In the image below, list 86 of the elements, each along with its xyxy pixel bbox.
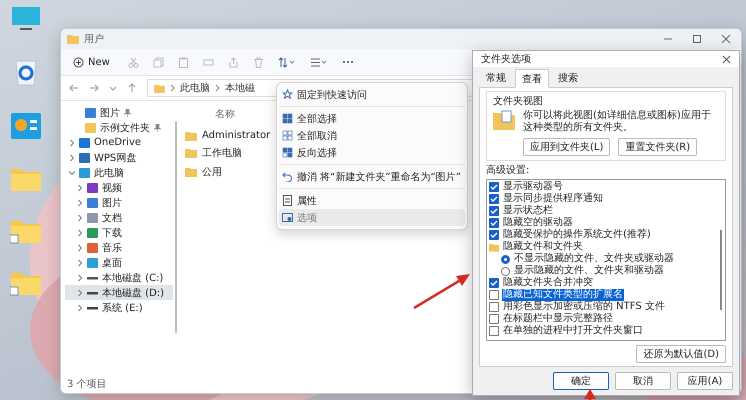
nav-item[interactable]: 桌面 <box>65 255 173 270</box>
checkbox[interactable] <box>489 230 499 240</box>
setting-label[interactable]: 显示驱动器号 <box>502 181 564 193</box>
dialog-button[interactable]: 重置文件夹(R) <box>618 138 698 156</box>
radio-button[interactable] <box>501 266 510 276</box>
setting-label[interactable]: 隐藏受保护的操作系统文件(推荐) <box>502 229 652 241</box>
back-arrow-icon[interactable] <box>69 83 79 93</box>
nav-item[interactable]: 图片 <box>65 195 173 210</box>
sort-icon[interactable] <box>278 56 296 68</box>
setting-label[interactable]: 不显示隐藏的文件、文件夹或驱动器 <box>513 253 675 265</box>
nav-item[interactable]: 本地磁盘 (D:) <box>65 285 173 300</box>
window-title: 用户 <box>84 32 104 46</box>
nav-item[interactable]: 下载 <box>65 225 173 240</box>
menu-item[interactable]: 全部选择 <box>279 110 465 127</box>
checkbox[interactable] <box>489 302 499 312</box>
nav-item[interactable]: 本地磁盘 (C:) <box>65 270 173 285</box>
checkbox[interactable] <box>489 182 499 192</box>
menu-item[interactable]: 属性 <box>279 192 465 209</box>
file-name[interactable]: 公用 <box>202 165 222 179</box>
checkbox[interactable] <box>489 278 499 288</box>
nav-item[interactable]: 系统 (E:) <box>65 300 173 315</box>
nav-item[interactable]: 音乐 <box>65 240 173 255</box>
nav-item[interactable]: 图片 <box>65 105 173 120</box>
dialog-button[interactable]: 确定 <box>553 372 609 390</box>
file-name[interactable]: 工作电脑 <box>202 146 242 160</box>
grid-icon <box>282 147 293 158</box>
close-icon[interactable] <box>721 34 731 44</box>
setting-label[interactable]: 显示状态栏 <box>502 205 554 217</box>
checkbox[interactable] <box>489 218 499 228</box>
setting-label[interactable]: 在单独的进程中打开文件夹窗口 <box>502 325 644 337</box>
setting-label[interactable]: 隐藏已知文件类型的扩展名 <box>502 289 624 301</box>
options-icon <box>282 212 293 223</box>
checkbox[interactable] <box>489 314 499 324</box>
setting-label[interactable]: 显示隐藏的文件、文件夹和驱动器 <box>513 265 665 277</box>
checkbox[interactable] <box>489 290 499 300</box>
forward-arrow-icon[interactable] <box>89 83 99 93</box>
dialog-button[interactable]: 应用(A) <box>677 372 733 390</box>
folder-shortcut-icon[interactable] <box>10 218 42 244</box>
grid-icon <box>282 130 293 141</box>
maximize-icon[interactable] <box>692 34 702 44</box>
radio-button[interactable] <box>501 254 510 264</box>
properties-icon <box>282 195 293 206</box>
setting-label[interactable]: 用彩色显示加密或压缩的 NTFS 文件 <box>502 301 666 313</box>
folder-shortcut-icon[interactable] <box>10 270 42 296</box>
dialog-button[interactable]: 取消 <box>615 372 671 390</box>
more-icon[interactable] <box>342 60 354 64</box>
description-text: 你可以将此视图(如详细信息或图标)应用于这种类型的所有文件夹。 <box>523 110 712 134</box>
chart-app-icon[interactable] <box>10 112 42 140</box>
setting-label[interactable]: 隐藏文件和文件夹 <box>502 241 584 253</box>
menu-item[interactable]: 反向选择 <box>279 144 465 161</box>
new-button[interactable]: New <box>69 54 114 70</box>
menu-item[interactable]: 固定到快速访问 <box>279 86 465 103</box>
star-icon <box>282 89 293 100</box>
setting-label[interactable]: 隐藏空的驱动器 <box>502 217 574 229</box>
nav-item[interactable]: 示例文件夹 <box>65 120 173 135</box>
menu-item[interactable]: 全部取消 <box>279 127 465 144</box>
tab[interactable]: 常规 <box>479 69 513 87</box>
menu-item[interactable]: 选项 <box>279 209 465 226</box>
dialog-button[interactable]: 应用到文件夹(L) <box>523 138 610 156</box>
setting-label[interactable]: 显示同步提供程序通知 <box>502 193 604 205</box>
undo-icon <box>282 171 293 182</box>
plus-icon <box>73 56 84 68</box>
checkbox[interactable] <box>489 326 499 336</box>
up-arrow-icon[interactable] <box>127 83 137 93</box>
recycle-bin-icon[interactable] <box>14 58 38 86</box>
nav-item[interactable]: OneDrive <box>65 135 173 150</box>
tab[interactable]: 查看 <box>515 69 549 88</box>
dialog-title: 文件夹选项 <box>481 52 531 66</box>
setting-label[interactable]: 隐藏文件夹合并冲突 <box>502 277 594 289</box>
grid-icon <box>282 113 293 124</box>
section-label: 高级设置: <box>486 164 530 177</box>
checkbox[interactable] <box>489 206 499 216</box>
view-icon[interactable] <box>310 56 328 68</box>
close-icon[interactable] <box>722 54 731 64</box>
status-bar-text: 3 个项目 <box>66 378 108 391</box>
checkbox[interactable] <box>489 194 499 204</box>
nav-item[interactable]: 文档 <box>65 210 173 225</box>
nav-item[interactable]: 视频 <box>65 180 173 195</box>
file-name[interactable]: Administrator <box>202 130 270 141</box>
nav-item[interactable]: 此电脑 <box>65 165 173 180</box>
nav-item[interactable]: WPS网盘 <box>65 150 173 165</box>
tab[interactable]: 搜索 <box>551 69 585 87</box>
setting-label[interactable]: 在标题栏中显示完整路径 <box>502 313 614 325</box>
menu-item[interactable]: 撤消 将“新建文件夹”重命名为“图片” <box>279 168 465 185</box>
group-title: 文件夹视图 <box>493 94 544 108</box>
restore-defaults-button[interactable]: 还原为默认值(D) <box>636 345 726 363</box>
